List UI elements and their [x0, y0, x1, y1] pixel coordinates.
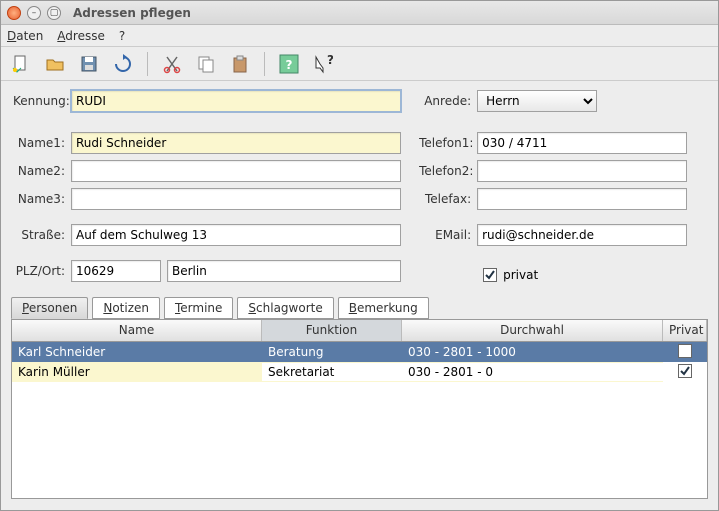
cell-durchwahl: 030 - 2801 - 0: [402, 363, 663, 381]
form: Kennung: Name1: Name2: Name3:: [1, 81, 718, 293]
svg-text:?: ?: [286, 58, 293, 72]
telefax-field[interactable]: [477, 188, 687, 210]
name3-label: Name3:: [13, 192, 71, 206]
open-icon[interactable]: [43, 52, 67, 76]
plzort-label: PLZ/Ort:: [13, 264, 71, 278]
name2-field[interactable]: [71, 160, 401, 182]
toolbar-separator: [264, 52, 265, 76]
minimize-icon[interactable]: –: [27, 6, 41, 20]
table-row[interactable]: Karin Müller Sekretariat 030 - 2801 - 0: [12, 362, 707, 382]
ort-field[interactable]: [167, 260, 401, 282]
tab-termine[interactable]: Termine: [164, 297, 233, 319]
svg-text:?: ?: [327, 54, 333, 67]
grid-header: Name Funktion Durchwahl Privat: [12, 320, 707, 342]
col-durchwahl[interactable]: Durchwahl: [402, 320, 663, 341]
col-name[interactable]: Name: [12, 320, 262, 341]
toolbar-separator: [147, 52, 148, 76]
telefon2-field[interactable]: [477, 160, 687, 182]
menu-help[interactable]: ?: [119, 29, 125, 43]
name3-field[interactable]: [71, 188, 401, 210]
menu-adresse[interactable]: Adresse: [57, 29, 105, 43]
table-row[interactable]: Karl Schneider Beratung 030 - 2801 - 100…: [12, 342, 707, 362]
kennung-label: Kennung:: [13, 94, 71, 108]
telefon2-label: Telefon2:: [419, 164, 477, 178]
toolbar: ? ?: [1, 47, 718, 81]
name2-label: Name2:: [13, 164, 71, 178]
telefon1-label: Telefon1:: [419, 136, 477, 150]
checkbox-icon[interactable]: [678, 364, 692, 378]
window-title: Adressen pflegen: [73, 6, 191, 20]
strasse-label: Straße:: [13, 228, 71, 242]
cell-funktion: Sekretariat: [262, 363, 402, 381]
tab-personen[interactable]: PPersonenersonen: [11, 297, 88, 319]
cut-icon[interactable]: [160, 52, 184, 76]
cell-funktion: Beratung: [262, 343, 402, 361]
save-icon[interactable]: [77, 52, 101, 76]
kennung-field[interactable]: [71, 90, 401, 112]
copy-icon[interactable]: [194, 52, 218, 76]
reload-icon[interactable]: [111, 52, 135, 76]
name1-field[interactable]: [71, 132, 401, 154]
plz-field[interactable]: [71, 260, 161, 282]
cell-privat[interactable]: [663, 362, 707, 382]
anrede-label: Anrede:: [419, 94, 477, 108]
tabbar: PPersonenersonen Notizen Termine Schlagw…: [11, 297, 708, 319]
tab-bemerkung[interactable]: Bemerkung: [338, 297, 429, 319]
menu-daten[interactable]: Daten: [7, 29, 43, 43]
titlebar: – ▢ Adressen pflegen: [1, 1, 718, 25]
paste-icon[interactable]: [228, 52, 252, 76]
cell-privat[interactable]: [663, 342, 707, 363]
telefon1-field[interactable]: [477, 132, 687, 154]
whatsthis-icon[interactable]: ?: [311, 52, 335, 76]
name1-label: Name1:: [13, 136, 71, 150]
strasse-field[interactable]: [71, 224, 401, 246]
anrede-select[interactable]: Herrn: [477, 90, 597, 112]
privat-label: privat: [503, 268, 538, 282]
grid: Name Funktion Durchwahl Privat Karl Schn…: [11, 319, 708, 499]
maximize-icon[interactable]: ▢: [47, 6, 61, 20]
cell-name: Karin Müller: [12, 363, 262, 381]
new-icon[interactable]: [9, 52, 33, 76]
tab-notizen[interactable]: Notizen: [92, 297, 160, 319]
window: – ▢ Adressen pflegen Daten Adresse ? ? ?…: [0, 0, 719, 511]
checkbox-icon[interactable]: [678, 344, 692, 358]
menubar: Daten Adresse ?: [1, 25, 718, 47]
tab-schlagworte[interactable]: Schlagworte: [237, 297, 333, 319]
telefax-label: Telefax:: [419, 192, 477, 206]
col-funktion[interactable]: Funktion: [262, 320, 402, 341]
cell-name: Karl Schneider: [12, 343, 262, 361]
email-field[interactable]: [477, 224, 687, 246]
cell-durchwahl: 030 - 2801 - 1000: [402, 343, 663, 361]
privat-checkbox[interactable]: [483, 268, 497, 282]
email-label: EMail:: [419, 228, 477, 242]
close-icon[interactable]: [7, 6, 21, 20]
help-icon[interactable]: ?: [277, 52, 301, 76]
col-privat[interactable]: Privat: [663, 320, 707, 341]
